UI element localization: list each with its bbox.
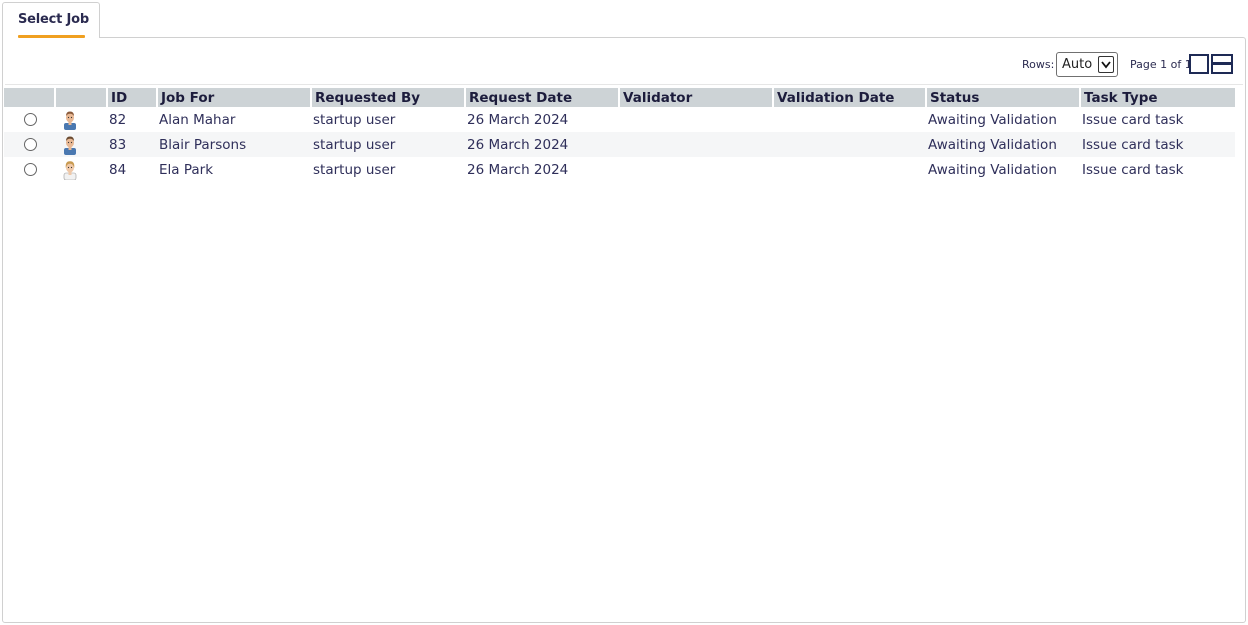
row-select-cell bbox=[4, 157, 55, 182]
request-date-cell: 26 March 2024 bbox=[467, 161, 569, 178]
requested-by-cell: startup user bbox=[313, 111, 396, 128]
column-header-id[interactable]: ID bbox=[107, 88, 158, 107]
tab-select-job-label: Select Job bbox=[18, 12, 89, 27]
job-list-panel: Rows: Auto Page 1 of 1 ID Job For Reques… bbox=[2, 37, 1246, 623]
requested-by-cell: startup user bbox=[313, 161, 396, 178]
column-header-validation-date[interactable]: Validation Date bbox=[773, 88, 927, 107]
tab-select-job[interactable]: Select Job bbox=[2, 2, 100, 38]
task-type-cell: Issue card task bbox=[1080, 132, 1235, 157]
job-for-cell: Blair Parsons bbox=[157, 132, 311, 157]
validator-cell bbox=[619, 132, 773, 157]
job-for-cell: Alan Mahar bbox=[159, 111, 236, 128]
row-select-cell bbox=[4, 107, 55, 132]
column-header-requested-by[interactable]: Requested By bbox=[311, 88, 466, 107]
requested-by-cell: startup user bbox=[311, 132, 465, 157]
person-avatar-icon bbox=[64, 136, 76, 155]
task-type-cell: Issue card task bbox=[1082, 111, 1184, 128]
table-row[interactable]: 84 Ela Park startup user 26 March 2024 A… bbox=[4, 157, 1235, 182]
row-select-radio[interactable] bbox=[24, 113, 37, 126]
rows-per-page-select[interactable]: Auto bbox=[1056, 52, 1118, 77]
photo-cell bbox=[55, 157, 107, 182]
status-cell: Awaiting Validation bbox=[926, 132, 1080, 157]
row-select-cell bbox=[4, 132, 55, 157]
single-pane-view-icon[interactable] bbox=[1189, 54, 1209, 74]
request-date-cell: 26 March 2024 bbox=[465, 132, 619, 157]
photo-cell bbox=[55, 132, 107, 157]
id-cell: 84 bbox=[109, 161, 127, 178]
validation-date-cell bbox=[773, 132, 926, 157]
rows-label: Rows: bbox=[1022, 58, 1055, 71]
column-header-select bbox=[4, 88, 56, 107]
validator-cell bbox=[619, 157, 773, 182]
table-header-row: ID Job For Requested By Request Date Val… bbox=[4, 88, 1235, 107]
job-for-cell: Ela Park bbox=[159, 161, 214, 178]
chevron-down-icon[interactable] bbox=[1098, 56, 1114, 73]
column-header-status[interactable]: Status bbox=[926, 88, 1081, 107]
request-date-cell: 26 March 2024 bbox=[467, 111, 569, 128]
validator-cell bbox=[619, 107, 773, 132]
status-cell: Awaiting Validation bbox=[928, 111, 1057, 128]
status-cell: Awaiting Validation bbox=[928, 161, 1057, 178]
active-tab-indicator bbox=[18, 35, 85, 38]
row-select-radio[interactable] bbox=[24, 163, 37, 176]
validation-date-cell bbox=[773, 157, 926, 182]
task-type-cell: Issue card task bbox=[1082, 161, 1184, 178]
table-row[interactable]: 82 Alan Mahar startup user 26 March 2024… bbox=[4, 107, 1235, 132]
table-row[interactable]: 83 Blair Parsons startup user 26 March 2… bbox=[4, 132, 1235, 157]
column-header-photo bbox=[55, 88, 108, 107]
validation-date-cell bbox=[773, 107, 926, 132]
row-select-radio[interactable] bbox=[24, 138, 37, 151]
column-header-job-for[interactable]: Job For bbox=[157, 88, 312, 107]
person-avatar-icon bbox=[63, 160, 77, 180]
jobs-table: ID Job For Requested By Request Date Val… bbox=[4, 88, 1235, 182]
page-indicator: Page 1 of 1 bbox=[1130, 58, 1192, 71]
split-pane-view-icon[interactable] bbox=[1211, 54, 1233, 74]
column-header-task-type[interactable]: Task Type bbox=[1080, 88, 1235, 107]
id-cell: 83 bbox=[107, 132, 157, 157]
column-header-validator[interactable]: Validator bbox=[619, 88, 774, 107]
column-header-request-date[interactable]: Request Date bbox=[465, 88, 620, 107]
id-cell: 82 bbox=[109, 111, 127, 128]
toolbar-divider bbox=[5, 84, 1243, 85]
photo-cell bbox=[55, 107, 107, 132]
person-avatar-icon bbox=[64, 111, 76, 130]
rows-per-page-value: Auto bbox=[1062, 57, 1093, 72]
